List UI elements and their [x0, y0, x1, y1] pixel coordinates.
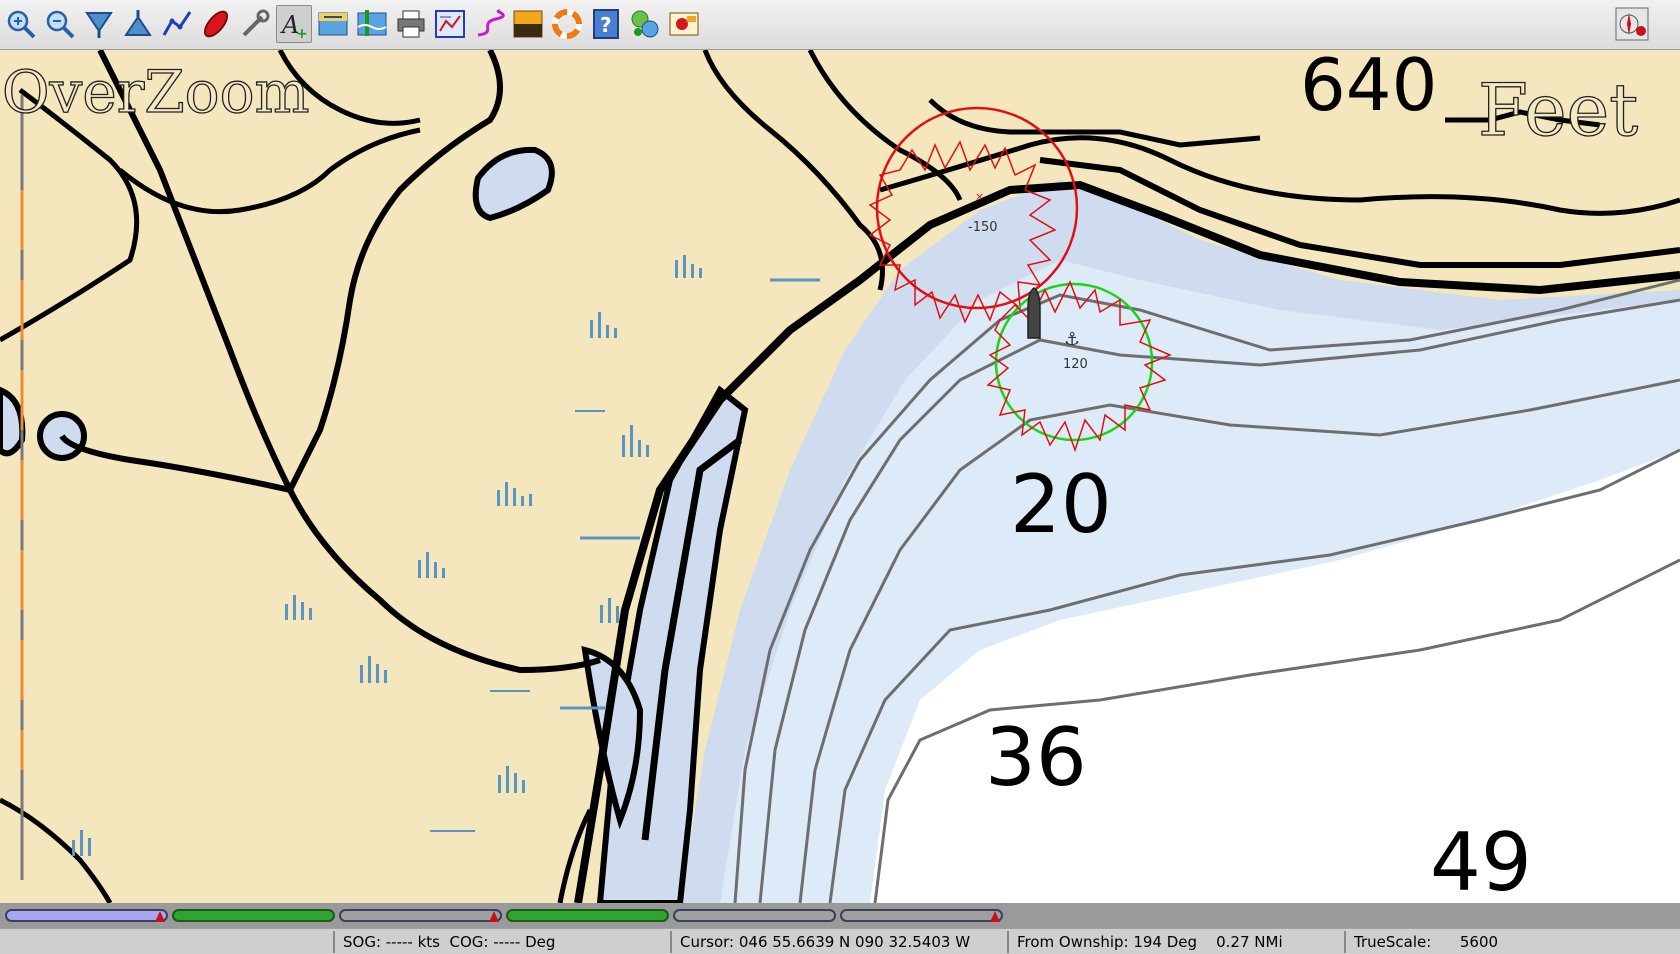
print-button[interactable] [393, 5, 429, 43]
piano-marker [155, 911, 165, 922]
compass-icon [1615, 7, 1649, 41]
piano-key-6[interactable] [840, 909, 1003, 922]
route-icon [162, 11, 192, 36]
plugin2-icon [669, 12, 699, 36]
chart-piano-bar [0, 903, 1680, 928]
plugin1-button[interactable] [627, 5, 663, 43]
current-icon [318, 12, 348, 36]
sounding-20: 20 [1010, 458, 1112, 551]
ownship-icon [1027, 287, 1041, 339]
truescale-field: TrueScale: 5600 [1344, 931, 1680, 953]
piano-marker [990, 911, 1000, 922]
route-manager-button[interactable] [432, 5, 468, 43]
scale-up-icon [124, 10, 152, 36]
svg-text:?: ? [600, 13, 612, 37]
depth-units-label: Feet [1477, 67, 1639, 152]
currents-button[interactable] [315, 5, 351, 43]
compass-button[interactable] [1614, 5, 1650, 43]
piano-key-5[interactable] [673, 909, 836, 922]
anchor-watch-label-2: 120 [1063, 357, 1088, 372]
tide-icon [357, 10, 387, 36]
scale-down-button[interactable] [81, 5, 117, 43]
anchor-watch-label-1: -150 [968, 220, 998, 235]
auto-follow-icon [203, 10, 229, 38]
piano-marker [489, 911, 499, 922]
svg-text:+: + [296, 26, 308, 41]
plugin1-icon [631, 10, 659, 38]
zoom-in-button[interactable] [3, 5, 39, 43]
route-manager-icon [435, 10, 465, 38]
anchor-position-marker: × [975, 190, 984, 203]
wrench-icon [242, 9, 270, 37]
zoom-in-icon [7, 10, 36, 39]
overzoom-label: OverZoom [1, 57, 310, 126]
text-icon: A+ [280, 11, 308, 41]
lifebuoy-icon [552, 9, 582, 39]
track-icon [477, 9, 505, 37]
mob-button[interactable] [549, 5, 585, 43]
from-ownship-field: From Ownship: 194 Deg 0.27 NMi [1007, 931, 1342, 953]
status-bar: SOG: ----- kts COG: ----- Deg Cursor: 04… [0, 928, 1680, 954]
auto-follow-button[interactable] [198, 5, 234, 43]
main-toolbar: A + ? [0, 0, 1680, 50]
sog-cog-field: SOG: ----- kts COG: ----- Deg [333, 931, 668, 953]
tracking-button[interactable] [471, 5, 507, 43]
route-button[interactable] [159, 5, 195, 43]
zoom-out-button[interactable] [42, 5, 78, 43]
enc-text-button[interactable]: A + [276, 5, 312, 43]
print-icon [397, 10, 425, 38]
plugin2-button[interactable] [666, 5, 702, 43]
help-button[interactable]: ? [588, 5, 624, 43]
piano-key-4[interactable] [506, 909, 669, 922]
options-button[interactable] [237, 5, 273, 43]
scale-down-icon [85, 12, 113, 38]
sounding-49: 49 [1430, 816, 1532, 903]
color-scheme-button[interactable] [510, 5, 546, 43]
piano-key-1[interactable] [5, 909, 168, 922]
zoom-out-icon [46, 10, 75, 39]
cursor-position-field: Cursor: 046 55.6639 N 090 32.5403 W [670, 931, 1005, 953]
tides-button[interactable] [354, 5, 390, 43]
sounding-36: 36 [985, 711, 1087, 804]
chart-canvas[interactable]: 20 36 49 640 -150 × ⚓ 120 OverZoom Feet [0, 50, 1680, 903]
help-icon: ? [593, 9, 619, 39]
nautical-chart[interactable]: 20 36 49 640 -150 × ⚓ 120 [0, 50, 1680, 903]
piano-key-2[interactable] [172, 909, 335, 922]
scale-up-button[interactable] [120, 5, 156, 43]
piano-key-3[interactable] [339, 909, 502, 922]
color-scheme-icon [513, 10, 543, 38]
anchor-icon: ⚓ [1064, 329, 1080, 350]
contour-label-640: 640 [1300, 50, 1437, 127]
